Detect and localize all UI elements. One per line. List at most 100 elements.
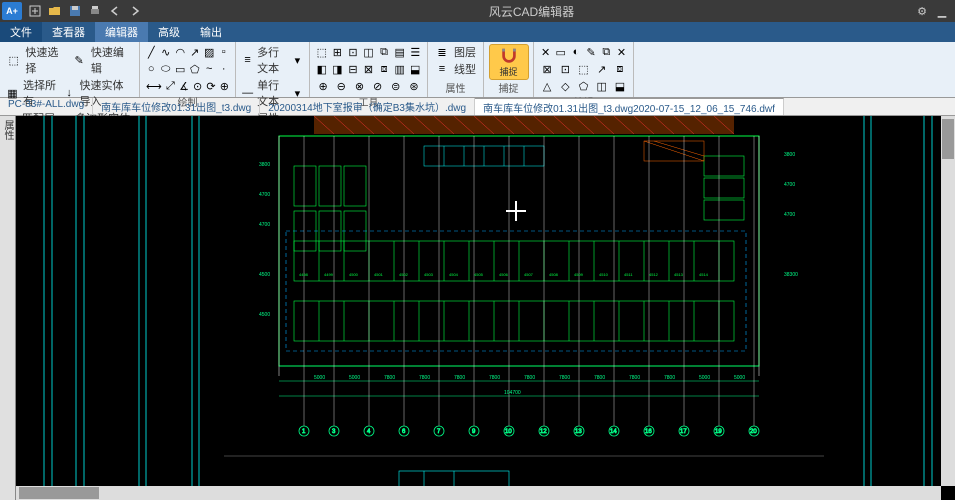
menu-viewer[interactable]: 查看器 — [42, 22, 95, 42]
t18-icon[interactable]: ⊘ — [371, 78, 385, 94]
mtext-button[interactable]: ≡多行文本▾ — [242, 44, 303, 76]
new-icon[interactable] — [26, 2, 44, 20]
print-icon[interactable] — [86, 2, 104, 20]
dim6-icon[interactable]: ⊕ — [220, 78, 229, 94]
redo-icon[interactable] — [126, 2, 144, 20]
doc-tab-2[interactable]: 南车库车位修改01.31出图_t3.dwg — [93, 98, 260, 115]
svg-text:7800: 7800 — [629, 375, 640, 381]
horizontal-scrollbar-thumb[interactable] — [19, 487, 99, 499]
svg-text:4505: 4505 — [474, 272, 484, 277]
spline-icon[interactable]: ~ — [204, 61, 215, 77]
minimize-icon[interactable]: ▁ — [935, 4, 949, 18]
svg-text:4512: 4512 — [649, 272, 659, 277]
t17-icon[interactable]: ⊗ — [352, 78, 366, 94]
vertical-scrollbar-thumb[interactable] — [942, 119, 954, 159]
e4-icon[interactable]: ✎ — [586, 44, 597, 60]
e13-icon[interactable]: ◇ — [558, 78, 572, 94]
vertical-scrollbar[interactable] — [941, 116, 955, 486]
t7-icon[interactable]: ☰ — [409, 44, 421, 60]
e16-icon[interactable]: ⬓ — [613, 78, 627, 94]
t13-icon[interactable]: ▥ — [394, 61, 406, 77]
doc-tab-3[interactable]: 20200314地下室报审（确定B3集水坑）.dwg — [260, 98, 475, 115]
t9-icon[interactable]: ◨ — [332, 61, 344, 77]
svg-text:4502: 4502 — [399, 272, 409, 277]
e5-icon[interactable]: ⧉ — [601, 44, 612, 60]
t12-icon[interactable]: ⧈ — [378, 61, 390, 77]
e14-icon[interactable]: ⬠ — [576, 78, 590, 94]
svg-text:4503: 4503 — [424, 272, 434, 277]
svg-text:7800: 7800 — [489, 375, 500, 381]
dim3-icon[interactable]: ∡ — [179, 78, 189, 94]
rect-icon[interactable]: ▭ — [175, 61, 186, 77]
e6-icon[interactable]: ✕ — [616, 44, 627, 60]
cad-canvas[interactable]: 1 3 4 6 7 9 10 12 13 14 16 17 19 20 5000… — [16, 116, 955, 500]
svg-text:16: 16 — [645, 429, 652, 435]
block-icon[interactable]: ▫ — [219, 44, 230, 60]
open-icon[interactable] — [46, 2, 64, 20]
svg-text:4508: 4508 — [549, 272, 559, 277]
t14-icon[interactable]: ⬓ — [409, 61, 421, 77]
linetype-icon: ≡ — [434, 61, 450, 77]
hatch-icon[interactable]: ▨ — [204, 44, 215, 60]
e2-icon[interactable]: ▭ — [555, 44, 566, 60]
mtext-icon: ≡ — [242, 52, 253, 68]
doc-tab-4[interactable]: 南车库车位修改01.31出图_t3.dwg2020-07-15_12_06_15… — [475, 98, 784, 115]
quick-select[interactable]: ⬚快速选择✎快速编辑 — [6, 44, 133, 76]
e10-icon[interactable]: ↗ — [595, 61, 609, 77]
menu-file[interactable]: 文件 — [0, 22, 42, 42]
menu-advanced[interactable]: 高级 — [148, 22, 190, 42]
side-panel[interactable]: 属性 绘图编辑 — [0, 116, 16, 500]
t19-icon[interactable]: ⊜ — [389, 78, 403, 94]
svg-text:104700: 104700 — [504, 390, 521, 396]
snap-button[interactable]: 捕捉 — [489, 44, 529, 80]
svg-text:4499: 4499 — [324, 272, 334, 277]
t8-icon[interactable]: ◧ — [316, 61, 328, 77]
menu-export[interactable]: 输出 — [190, 22, 232, 42]
t5-icon[interactable]: ⧉ — [378, 44, 390, 60]
dim5-icon[interactable]: ⟳ — [206, 78, 215, 94]
dim4-icon[interactable]: ⊙ — [193, 78, 202, 94]
dim2-icon[interactable]: ⤢ — [166, 78, 175, 94]
horizontal-scrollbar[interactable] — [16, 486, 941, 500]
layer-button[interactable]: ≣图层 — [434, 44, 477, 60]
t6-icon[interactable]: ▤ — [394, 44, 406, 60]
circle-icon[interactable]: ○ — [146, 61, 157, 77]
line-icon[interactable]: ╱ — [146, 44, 157, 60]
arc-icon[interactable]: ◠ — [175, 44, 186, 60]
t10-icon[interactable]: ⊟ — [347, 61, 359, 77]
e3-icon[interactable]: ◐ — [570, 44, 581, 60]
svg-text:4506: 4506 — [499, 272, 509, 277]
e1-icon[interactable]: ✕ — [540, 44, 551, 60]
doc-tab-1[interactable]: PC-33#-ALL.dwg — [0, 98, 93, 115]
svg-text:7: 7 — [437, 429, 441, 435]
e11-icon[interactable]: ⧈ — [613, 61, 627, 77]
t3-icon[interactable]: ⊡ — [347, 44, 359, 60]
undo-icon[interactable] — [106, 2, 124, 20]
ellipse-icon[interactable]: ⬭ — [161, 61, 172, 77]
e8-icon[interactable]: ⊡ — [558, 61, 572, 77]
t2-icon[interactable]: ⊞ — [332, 44, 344, 60]
e7-icon[interactable]: ⊠ — [540, 61, 554, 77]
leader-icon[interactable]: ↗ — [190, 44, 201, 60]
dim-icon[interactable]: ⟷ — [146, 78, 162, 94]
layer-icon: ≣ — [434, 44, 450, 60]
e15-icon[interactable]: ◫ — [595, 78, 609, 94]
e12-icon[interactable]: △ — [540, 78, 554, 94]
point-icon[interactable]: · — [219, 61, 230, 77]
menu-editor[interactable]: 编辑器 — [95, 22, 148, 42]
t11-icon[interactable]: ⊠ — [363, 61, 375, 77]
e9-icon[interactable]: ⬚ — [576, 61, 590, 77]
t4-icon[interactable]: ◫ — [363, 44, 375, 60]
polygon-icon[interactable]: ⬠ — [190, 61, 201, 77]
ribbon-group-draw: ╱∿◠↗▨▫ ○⬭▭⬠~· ⟷⤢∡⊙⟳⊕ 绘制 — [140, 42, 236, 97]
ribbon: ⬚快速选择✎快速编辑 ▦选择所有↓快速实体导入 ≡匹配属性⬠多边形实体输入 选择… — [0, 42, 955, 98]
t1-icon[interactable]: ⬚ — [316, 44, 328, 60]
linetype-button[interactable]: ≡线型 — [434, 61, 477, 77]
save-icon[interactable] — [66, 2, 84, 20]
settings-icon[interactable]: ⚙ — [915, 4, 929, 18]
t15-icon[interactable]: ⊕ — [316, 78, 330, 94]
t20-icon[interactable]: ⊛ — [407, 78, 421, 94]
side-panel-prop[interactable]: 属性 — [0, 120, 15, 496]
polyline-icon[interactable]: ∿ — [161, 44, 172, 60]
t16-icon[interactable]: ⊖ — [334, 78, 348, 94]
